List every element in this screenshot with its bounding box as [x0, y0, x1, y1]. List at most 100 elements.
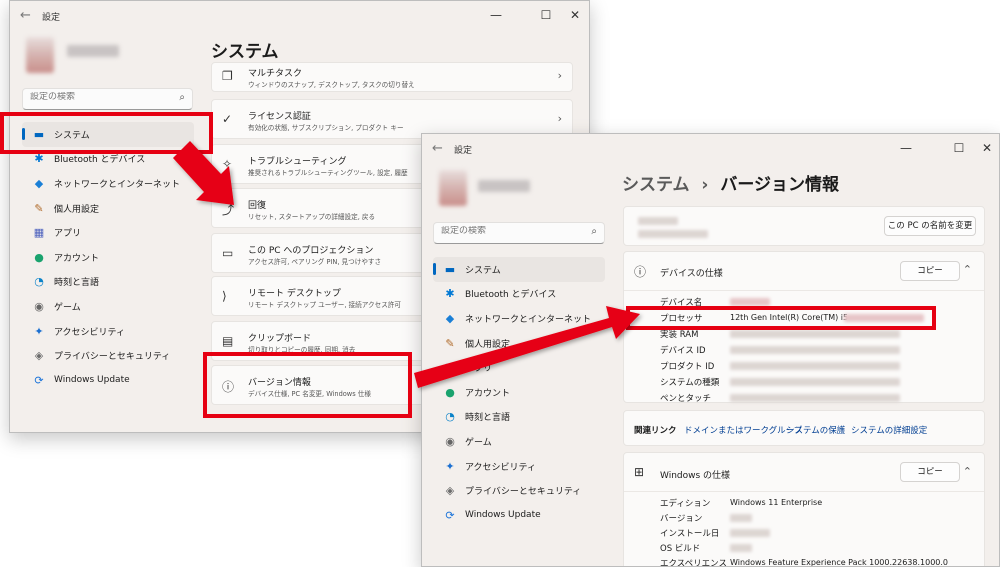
maximize-icon[interactable]: ☐ [946, 138, 972, 158]
sidebar-item-7[interactable]: ◉ ゲーム [433, 429, 605, 454]
sidebar-item-label: ゲーム [465, 437, 492, 448]
card-title: トラブルシューティング [248, 157, 347, 167]
minimize-icon[interactable]: — [893, 138, 919, 158]
sidebar-item-2[interactable]: ◆ ネットワークとインターネット [433, 306, 605, 331]
sidebar-item-7[interactable]: ◉ ゲーム [22, 294, 194, 319]
spec-value: Windows 11 Enterprise [730, 498, 823, 507]
card-icon-3: ⤴ [222, 203, 235, 217]
nav-icon-9: ◈ [445, 484, 455, 498]
nav-icon-8: ✦ [34, 324, 44, 338]
sidebar-item-5[interactable]: ● アカウント [22, 245, 194, 270]
user-name-blurred [67, 45, 119, 57]
card-title: リモート デスクトップ [248, 289, 341, 299]
nav-icon-7: ◉ [445, 434, 455, 448]
highlight-processor [626, 306, 936, 330]
windows-spec-title: Windows の仕様 [660, 471, 731, 481]
settings-card-0[interactable]: ❐ マルチタスク ウィンドウのスナップ, デスクトップ, タスクの切り替え › [211, 62, 573, 92]
back-arrow-icon[interactable]: ← [20, 8, 31, 23]
search-icon[interactable]: ⌕ [591, 226, 597, 237]
sidebar-nav: ▬ システム ✱ Bluetooth とデバイス ◆ ネットワークとインターネット ✎ 個人用… [22, 122, 194, 393]
highlight-version-info [203, 352, 412, 418]
search-box[interactable]: ⌕ [433, 222, 605, 244]
sidebar-item-6[interactable]: ◔ 時刻と言語 [22, 270, 194, 295]
spec-label: エクスペリエンス [660, 559, 727, 567]
sidebar-item-label: Windows Update [465, 510, 541, 521]
nav-icon-7: ◉ [34, 299, 44, 313]
sidebar-item-8[interactable]: ✦ アクセシビリティ [22, 319, 194, 344]
nav-icon-2: ◆ [34, 176, 44, 190]
breadcrumb: システム › バージョン情報 [622, 170, 839, 195]
rename-pc-button[interactable]: この PC の名前を変更 [884, 216, 976, 236]
sidebar-item-10[interactable]: ⟳ Windows Update [22, 368, 194, 393]
close-icon[interactable]: ✕ [562, 5, 588, 25]
spec-label: OS ビルド [660, 544, 701, 554]
sidebar-item-8[interactable]: ✦ アクセシビリティ [433, 454, 605, 479]
sidebar-item-label: 個人用設定 [465, 339, 511, 350]
sidebar-item-4[interactable]: ▦ アプリ [22, 220, 194, 245]
chevron-up-icon[interactable]: ⌃ [963, 263, 972, 276]
nav-icon-0: ▬ [444, 262, 456, 276]
window-title: 設定 [454, 146, 473, 156]
spec-label: バージョン [660, 514, 703, 524]
sidebar-item-10[interactable]: ⟳ Windows Update [433, 503, 605, 528]
title-bar: ← 設定 — ☐ ✕ [10, 1, 589, 31]
page-title: バージョン情報 [720, 175, 840, 195]
sidebar-item-0[interactable]: ▬ システム [433, 257, 605, 282]
device-spec-title: デバイスの仕様 [660, 269, 723, 279]
sidebar-item-5[interactable]: ● アカウント [433, 380, 605, 405]
info-icon: ⓘ [634, 265, 647, 279]
search-box[interactable]: ⌕ [22, 88, 193, 110]
sidebar-item-label: システム [465, 265, 501, 276]
search-input[interactable] [30, 92, 160, 102]
sidebar-item-label: アプリ [465, 364, 493, 375]
sidebar-item-2[interactable]: ◆ ネットワークとインターネット [22, 171, 194, 196]
nav-icon-1: ✱ [445, 287, 455, 301]
card-icon-6: ▤ [222, 334, 234, 348]
sidebar-item-label: アカウント [465, 388, 511, 399]
minimize-icon[interactable]: — [483, 5, 509, 25]
search-icon[interactable]: ⌕ [179, 92, 185, 103]
spec-label: プロダクト ID [660, 362, 715, 372]
divider [624, 290, 984, 291]
spec-label: ペンとタッチ [660, 394, 712, 404]
sidebar-item-3[interactable]: ✎ 個人用設定 [433, 331, 605, 356]
nav-icon-10: ⟳ [445, 508, 455, 522]
card-title: この PC へのプロジェクション [248, 246, 374, 256]
nav-icon-3: ✎ [445, 336, 455, 350]
sidebar-item-6[interactable]: ◔ 時刻と言語 [433, 405, 605, 430]
sidebar-item-label: プライバシーとセキュリティ [465, 487, 582, 498]
sidebar-item-9[interactable]: ◈ プライバシーとセキュリティ [433, 478, 605, 503]
close-icon[interactable]: ✕ [974, 138, 999, 158]
nav-icon-9: ◈ [34, 349, 44, 363]
domain-workgroup-link[interactable]: ドメインまたはワークグループ [684, 424, 802, 436]
breadcrumb-parent[interactable]: システム [622, 175, 690, 195]
windows-spec-card: ⊞ Windows の仕様 コピー ⌃ エディション Windows 11 Ent… [623, 452, 985, 567]
sidebar-item-label: Bluetooth とデバイス [54, 155, 146, 166]
spec-label: エディション [660, 499, 711, 509]
advanced-system-settings-link[interactable]: システムの詳細設定 [851, 424, 927, 436]
copy-windows-spec-button[interactable]: コピー [900, 462, 960, 482]
related-links-label: 関連リンク [634, 426, 677, 436]
sidebar-item-label: ゲーム [54, 302, 81, 313]
nav-icon-1: ✱ [34, 152, 44, 166]
copy-device-spec-button[interactable]: コピー [900, 261, 960, 281]
page-title: システム [211, 42, 279, 62]
nav-icon-10: ⟳ [34, 373, 44, 387]
sidebar-item-4[interactable]: ▦ アプリ [433, 355, 605, 380]
sidebar-item-3[interactable]: ✎ 個人用設定 [22, 196, 194, 221]
card-icon-5: ⟩ [222, 289, 227, 303]
breadcrumb-separator: › [701, 175, 709, 195]
maximize-icon[interactable]: ☐ [533, 5, 559, 25]
search-input[interactable] [441, 226, 571, 236]
sidebar-item-1[interactable]: ✱ Bluetooth とデバイス [433, 282, 605, 307]
card-subtitle: アクセス許可, ペアリング PIN, 見つけやすさ [248, 258, 382, 266]
chevron-right-icon: › [557, 69, 562, 82]
sidebar-item-label: アプリ [54, 229, 82, 240]
card-title: マルチタスク [248, 69, 303, 79]
back-arrow-icon[interactable]: ← [432, 141, 443, 156]
sidebar-item-9[interactable]: ◈ プライバシーとセキュリティ [22, 343, 194, 368]
device-name-blurred [638, 217, 678, 225]
sidebar-item-label: ネットワークとインターネット [54, 179, 181, 190]
system-protection-link[interactable]: システムの保護 [786, 424, 845, 436]
chevron-up-icon[interactable]: ⌃ [963, 465, 972, 478]
